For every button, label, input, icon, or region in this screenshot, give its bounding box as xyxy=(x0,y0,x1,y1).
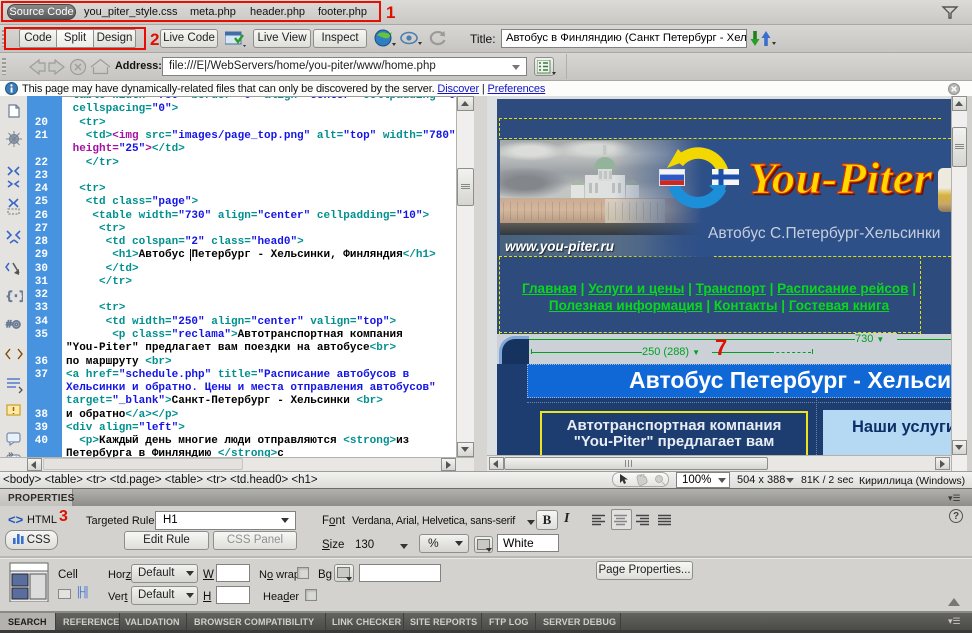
svg-text:{·}: {·} xyxy=(6,291,23,303)
svg-text:You-Piter: You-Piter xyxy=(748,154,933,203)
svg-text:#◎: #◎ xyxy=(6,320,21,331)
